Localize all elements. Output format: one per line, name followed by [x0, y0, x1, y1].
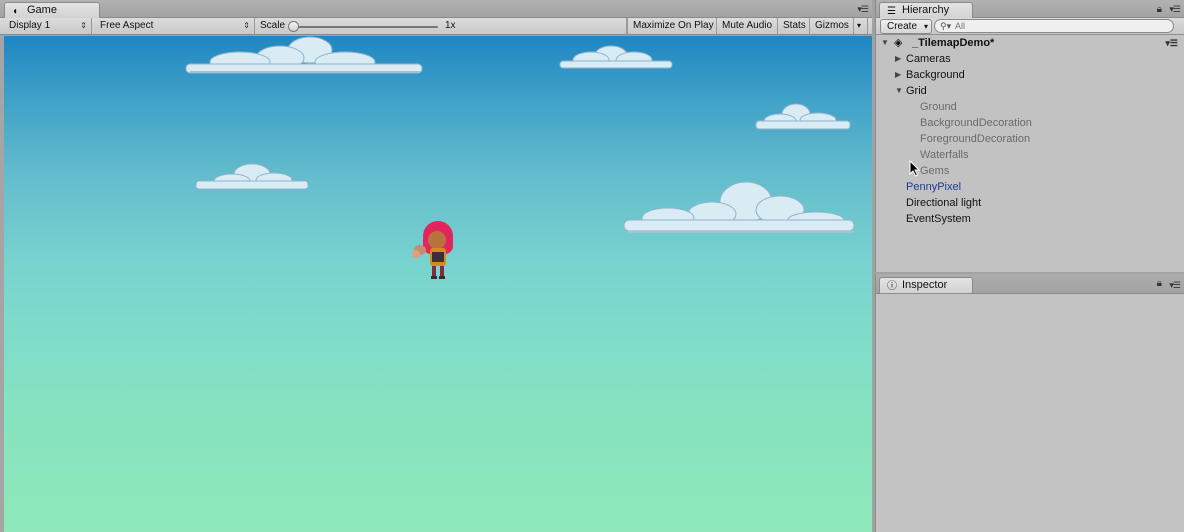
search-input[interactable]: [955, 20, 1155, 32]
hierarchy-item-label: Cameras: [906, 53, 951, 65]
unity-logo-icon: ◈: [894, 37, 903, 49]
hierarchy-item-label: ForegroundDecoration: [920, 133, 1031, 145]
game-view[interactable]: [4, 36, 872, 532]
aspect-dropdown-label: Free Aspect: [100, 20, 154, 31]
hierarchy-window: ☰ Hierarchy 🔒︎ ▾☰ Create ▾ ⚲▾ ▼ ◈ _Tilem…: [875, 0, 1184, 272]
stats-toggle[interactable]: Stats: [778, 18, 810, 34]
dropdown-arrow-icon: ▾: [924, 22, 929, 31]
stats-label: Stats: [783, 20, 806, 31]
tab-game-label: Game: [27, 4, 57, 16]
aspect-dropdown[interactable]: Free Aspect ⇕: [95, 18, 255, 34]
hierarchy-item[interactable]: Directional light: [876, 195, 1184, 211]
tab-hierarchy[interactable]: ☰ Hierarchy: [879, 2, 973, 18]
hierarchy-item[interactable]: Gems: [876, 163, 1184, 179]
hierarchy-item-label: Background: [906, 69, 965, 81]
fold-collapsed-icon[interactable]: ▶: [895, 51, 901, 67]
scale-slider-thumb[interactable]: [288, 21, 299, 32]
scene-row[interactable]: ▼ ◈ _TilemapDemo* ▾☰: [876, 35, 1184, 51]
cloud-sprite: [195, 163, 309, 190]
lock-icon[interactable]: 🔒︎: [1157, 4, 1162, 15]
hierarchy-item-label: Ground: [920, 101, 957, 113]
hierarchy-search[interactable]: ⚲▾: [934, 19, 1174, 33]
hierarchy-item-label: BackgroundDecoration: [920, 117, 1032, 129]
lock-icon[interactable]: 🔒︎: [1157, 278, 1162, 289]
inspector-content: [876, 294, 1184, 532]
updown-arrow-icon: ⇕: [243, 21, 250, 30]
hierarchy-item[interactable]: BackgroundDecoration: [876, 115, 1184, 131]
gizmos-label: Gizmos: [815, 20, 849, 31]
inspector-tabbar: ⓘ Inspector 🔒︎ ▾☰: [876, 274, 1184, 294]
list-icon: ☰: [887, 6, 896, 17]
scene-menu-icon[interactable]: ▾☰: [1165, 35, 1178, 51]
hierarchy-toolbar: Create ▾ ⚲▾: [876, 18, 1184, 35]
hierarchy-items: ▶ Cameras ▶ Background ▼ Grid Ground Background…: [876, 51, 1184, 227]
hierarchy-item[interactable]: ForegroundDecoration: [876, 131, 1184, 147]
fold-expanded-icon[interactable]: ▼: [881, 35, 889, 51]
hierarchy-item[interactable]: ▼ Grid: [876, 83, 1184, 99]
updown-arrow-icon: ⇕: [80, 21, 87, 30]
scale-label: Scale: [260, 20, 286, 31]
game-window: ◖ Game ▾☰ Display 1 ⇕ Free Aspect ⇕ Scal…: [0, 0, 872, 532]
inspector-window: ⓘ Inspector 🔒︎ ▾☰: [875, 274, 1184, 532]
pacman-icon: ◖: [12, 6, 19, 17]
display-dropdown[interactable]: Display 1 ⇕: [4, 18, 92, 34]
create-button[interactable]: Create ▾: [880, 19, 933, 34]
game-toolbar: Display 1 ⇕ Free Aspect ⇕ Scale 1x Maxim…: [0, 18, 872, 35]
maximize-on-play-toggle[interactable]: Maximize On Play: [627, 18, 717, 34]
cloud-sprite: [623, 181, 855, 233]
gizmos-dropdown-arrow[interactable]: ▾: [854, 18, 868, 34]
cloud-sprite: [559, 45, 673, 69]
hierarchy-tree: ▼ ◈ _TilemapDemo* ▾☰ ▶ Cameras ▶ Background…: [876, 35, 1184, 227]
hierarchy-item[interactable]: PennyPixel: [876, 179, 1184, 195]
create-button-label: Create: [887, 21, 918, 32]
hierarchy-tabbar: ☰ Hierarchy 🔒︎ ▾☰: [876, 0, 1184, 18]
maximize-on-play-label: Maximize On Play: [633, 20, 714, 31]
hierarchy-item[interactable]: Waterfalls: [876, 147, 1184, 163]
mute-audio-toggle[interactable]: Mute Audio: [717, 18, 778, 34]
mouse-cursor-icon: [909, 160, 921, 177]
hierarchy-item-label: Waterfalls: [920, 149, 969, 161]
scene-name: _TilemapDemo*: [912, 37, 995, 49]
tab-game[interactable]: ◖ Game: [4, 2, 100, 18]
panel-menu-icon[interactable]: ▾☰: [1169, 4, 1181, 15]
cloud-sprite: [755, 103, 851, 130]
scale-value: 1x: [445, 20, 456, 31]
scale-slider-track[interactable]: [292, 26, 438, 28]
penny-pixel-character[interactable]: [408, 218, 464, 284]
panel-menu-icon[interactable]: ▾☰: [1169, 280, 1181, 291]
hierarchy-item-label: PennyPixel: [906, 181, 962, 193]
gizmos-toggle[interactable]: Gizmos: [810, 18, 854, 34]
info-icon: ⓘ: [887, 281, 897, 292]
hierarchy-item-label: EventSystem: [906, 213, 971, 225]
fold-expanded-icon[interactable]: ▼: [895, 83, 903, 99]
hierarchy-item-label: Grid: [906, 85, 927, 97]
fold-collapsed-icon[interactable]: ▶: [895, 67, 901, 83]
search-icon: ⚲▾: [940, 21, 952, 31]
hierarchy-item[interactable]: ▶ Cameras: [876, 51, 1184, 67]
tab-inspector[interactable]: ⓘ Inspector: [879, 277, 973, 293]
hierarchy-item[interactable]: ▶ Background: [876, 67, 1184, 83]
dropdown-arrow-icon: ▾: [857, 21, 862, 30]
hierarchy-item[interactable]: EventSystem: [876, 211, 1184, 227]
hierarchy-item-label: Directional light: [906, 197, 982, 209]
scale-control: Scale 1x: [255, 18, 627, 34]
tab-inspector-label: Inspector: [902, 279, 948, 291]
cloud-sprite: [185, 36, 423, 74]
game-tabbar: ◖ Game ▾☰: [0, 0, 872, 18]
mute-audio-label: Mute Audio: [722, 20, 773, 31]
hierarchy-item[interactable]: Ground: [876, 99, 1184, 115]
tab-hierarchy-label: Hierarchy: [902, 4, 950, 16]
panel-menu-icon[interactable]: ▾☰: [857, 4, 869, 15]
hierarchy-item-label: Gems: [920, 165, 950, 177]
display-dropdown-label: Display 1: [9, 20, 51, 31]
